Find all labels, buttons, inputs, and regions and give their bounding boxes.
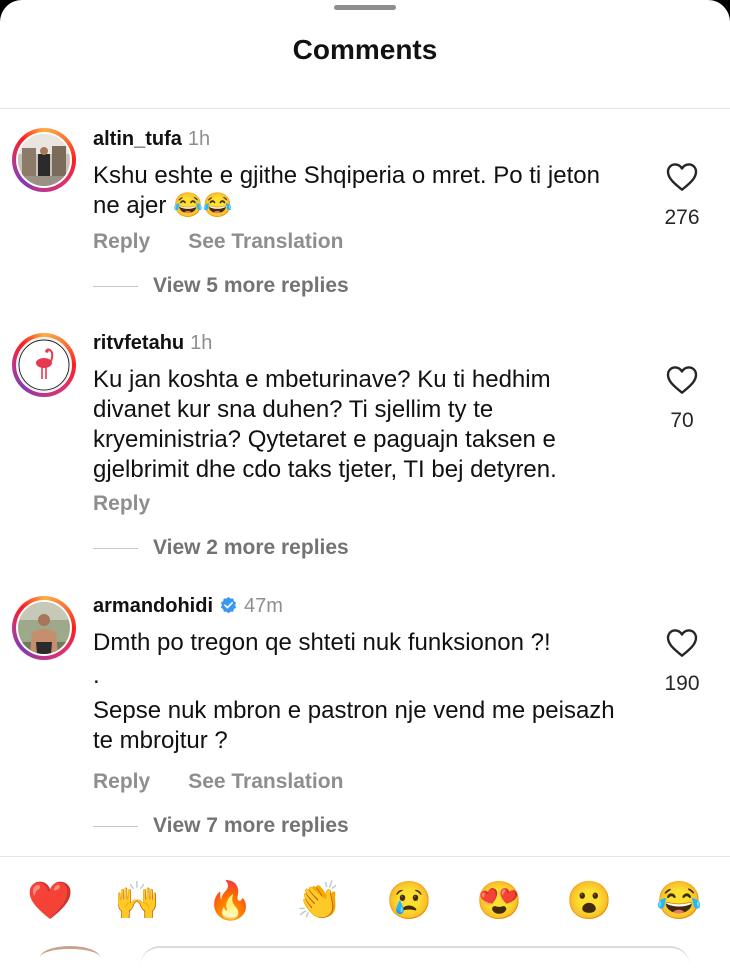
reply-button[interactable]: Reply	[93, 230, 150, 253]
avatar[interactable]	[12, 128, 76, 192]
view-more-replies-label: View 5 more replies	[153, 274, 349, 297]
comment-time: 1h	[187, 128, 211, 150]
comment-text-line: .	[93, 662, 100, 689]
view-more-replies[interactable]: View 7 more replies	[93, 814, 349, 838]
view-more-replies[interactable]: View 2 more replies	[93, 536, 349, 560]
comment-text: Ku jan koshta e mbeturinave? Ku ti hedhi…	[93, 366, 557, 483]
drag-handle[interactable]	[334, 5, 396, 10]
reaction-laughing-face[interactable]: 😂	[656, 878, 702, 924]
comment-text-line: Dmth po tregon qe shteti nuk funksionon …	[93, 629, 551, 656]
page-title: Comments	[292, 34, 438, 65]
verified-badge-icon	[220, 596, 237, 614]
comment-username[interactable]: altin_tufa	[93, 128, 182, 150]
like-count: 70	[670, 409, 694, 432]
reaction-clapping-hands[interactable]: 👏	[296, 878, 342, 924]
replies-divider-line	[93, 547, 138, 549]
comment-username[interactable]: armandohidi	[93, 595, 213, 617]
reaction-surprised-face[interactable]: 😮	[566, 878, 612, 924]
comment-time: 1h	[190, 332, 213, 354]
view-more-replies-label: View 7 more replies	[153, 814, 349, 837]
see-translation-button[interactable]: See Translation	[188, 770, 343, 793]
avatar[interactable]	[12, 596, 76, 660]
reaction-fire[interactable]: 🔥	[207, 878, 253, 924]
comment-time: 47m	[244, 595, 283, 617]
screen-corner-right	[708, 0, 730, 22]
replies-divider-line	[93, 285, 138, 287]
reply-button[interactable]: Reply	[93, 492, 150, 515]
like-count: 190	[664, 672, 700, 695]
heart-icon[interactable]	[666, 365, 698, 395]
screen-corner-left	[0, 0, 22, 22]
reaction-heart[interactable]: ❤️	[27, 878, 73, 924]
avatar[interactable]	[12, 333, 76, 397]
comment-input[interactable]	[140, 946, 690, 968]
comment-text: Dmth po tregon qe shteti nuk funksionon …	[93, 628, 633, 756]
replies-divider-line	[93, 825, 138, 827]
current-user-avatar[interactable]	[40, 946, 100, 969]
view-more-replies-label: View 2 more replies	[153, 536, 349, 559]
heart-icon[interactable]	[666, 628, 698, 658]
comment-text: Kshu eshte e gjithe Shqiperia o mret. Po…	[93, 162, 600, 219]
heart-icon[interactable]	[666, 162, 698, 192]
reactions-divider	[0, 856, 730, 857]
header-divider	[0, 108, 730, 109]
view-more-replies[interactable]: View 5 more replies	[93, 274, 349, 298]
comment-username[interactable]: ritvfetahu	[93, 332, 184, 354]
see-translation-button[interactable]: See Translation	[188, 230, 343, 253]
reaction-crying-face[interactable]: 😢	[386, 878, 432, 924]
comment-text-line: Sepse nuk mbron e pastron nje vend me pe…	[93, 697, 615, 754]
reaction-raised-hands[interactable]: 🙌	[114, 878, 160, 924]
like-count: 276	[664, 206, 700, 229]
reaction-heart-eyes[interactable]: 😍	[476, 878, 522, 924]
quick-reactions-bar: ❤️ 🙌 🔥 👏 😢 😍 😮 😂	[0, 878, 730, 924]
reply-button[interactable]: Reply	[93, 770, 150, 793]
